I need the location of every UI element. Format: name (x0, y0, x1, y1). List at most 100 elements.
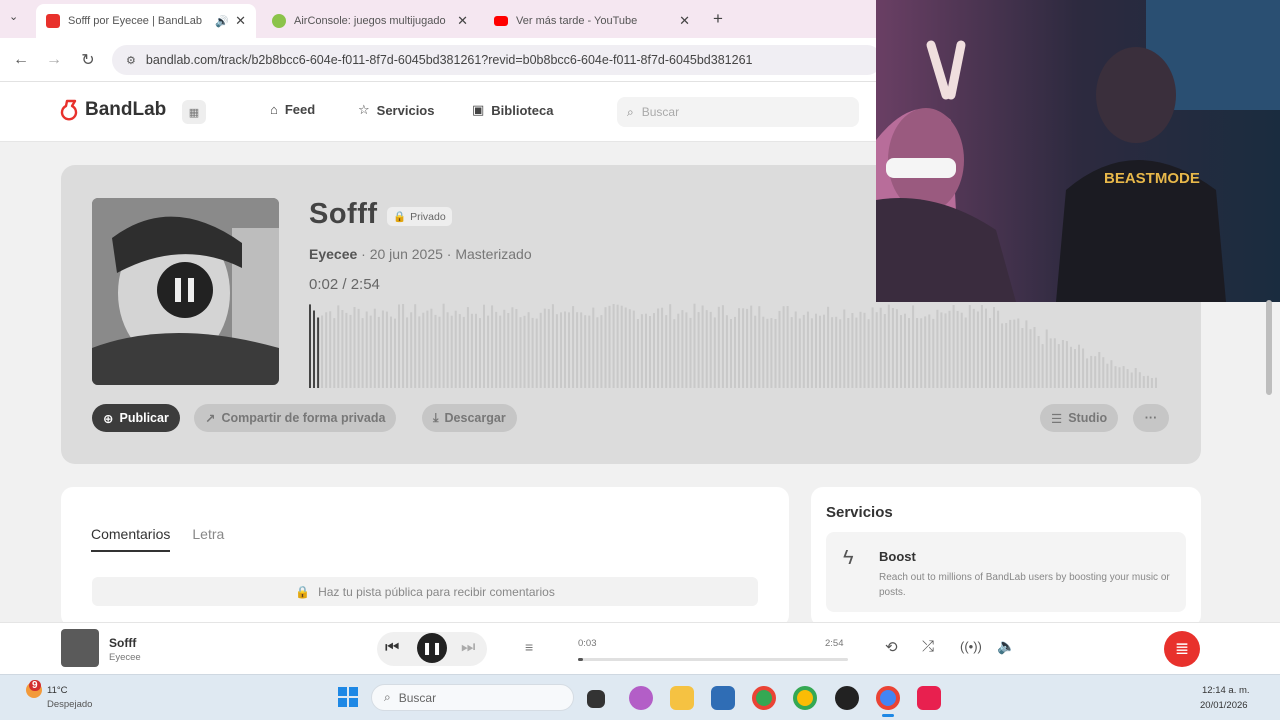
pause-button[interactable]: ❚❚ (417, 633, 447, 663)
publish-button[interactable]: ⊕ Publicar (92, 404, 180, 432)
file-explorer-icon[interactable] (670, 686, 694, 710)
forward-icon[interactable]: → (44, 50, 64, 70)
waveform-bar (1005, 323, 1008, 388)
waveform-bar (535, 318, 538, 388)
share-private-button[interactable]: ↗ Compartir de forma privada (194, 404, 397, 432)
site-search-input[interactable]: ⌕ Buscar (617, 97, 859, 127)
waveform-bar (1102, 357, 1105, 388)
queue-icon[interactable]: ≡ (525, 639, 533, 655)
svg-text:BEASTMODE: BEASTMODE (1104, 170, 1200, 187)
broadcast-icon[interactable]: ((•)) (960, 639, 982, 654)
tab-letra[interactable]: Letra (192, 526, 224, 552)
game-app-icon[interactable] (835, 686, 859, 710)
new-tab-button[interactable]: + (713, 9, 723, 29)
tiktok-icon[interactable] (917, 686, 941, 710)
mini-player-artwork[interactable] (61, 629, 99, 667)
waveform-bar (980, 305, 983, 388)
waveform-bar (636, 319, 639, 388)
waveform-bar (576, 312, 579, 388)
volume-icon[interactable]: 🔈 (997, 637, 1016, 655)
waveform-bar (928, 314, 931, 388)
nav-servicios[interactable]: ☆ Servicios (358, 102, 434, 118)
clock-time[interactable]: 12:14 a. m. (1202, 685, 1250, 696)
back-icon[interactable]: ← (11, 50, 31, 70)
mini-player-artist[interactable]: Eyecee (109, 652, 141, 663)
address-bar[interactable]: ⚙ bandlab.com/track/b2b8bcc6-604e-f011-8… (112, 45, 882, 75)
previous-track-icon[interactable]: ⏮ (385, 639, 399, 657)
tab-youtube[interactable]: Ver más tarde - YouTube ✕ (484, 4, 700, 38)
waveform-bar (924, 316, 927, 388)
task-view-icon[interactable] (587, 690, 605, 708)
seek-bar[interactable] (578, 658, 848, 661)
apps-grid-icon[interactable]: ▦ (182, 100, 206, 124)
windows-start-icon[interactable] (338, 687, 358, 707)
page-scrollbar[interactable] (1266, 300, 1272, 395)
tab-bandlab[interactable]: Sofff por Eyecee | BandLab 🔊 ✕ (36, 4, 256, 38)
artwork-pause-button[interactable] (157, 264, 213, 320)
waveform-bar (560, 312, 562, 388)
waveform-bar (1150, 378, 1153, 388)
waveform-bar (588, 315, 591, 388)
tab-airconsole[interactable]: AirConsole: juegos multijugado ✕ (262, 4, 478, 38)
waveform-bar (604, 307, 607, 388)
chrome-profile-icon[interactable] (793, 686, 817, 710)
download-button[interactable]: ⤓ Descargar (422, 404, 517, 432)
waveform-bar (499, 315, 502, 388)
waveform-bar (1098, 352, 1101, 388)
waveform-bar (770, 318, 773, 388)
waveform-bar (1114, 366, 1117, 388)
waveform-bar (531, 317, 534, 388)
waveform-bar (766, 318, 769, 388)
close-tab-icon[interactable]: ✕ (457, 13, 468, 29)
waveform-bar (1138, 372, 1141, 388)
nav-biblioteca[interactable]: ▣ Biblioteca (472, 102, 553, 118)
tab-list-button[interactable]: ⌄ (9, 10, 18, 23)
waveform-bar (568, 312, 570, 388)
bandlab-logo[interactable]: BandLab (60, 99, 166, 121)
waveform-bar (940, 312, 943, 388)
store-icon[interactable] (711, 686, 735, 710)
video-overlay[interactable]: BEASTMODE (876, 0, 1280, 302)
chrome-active-icon[interactable] (876, 686, 900, 710)
mini-player-title[interactable]: Sofff (109, 636, 136, 650)
waveform-bar (608, 305, 611, 388)
shuffle-icon[interactable]: ⤮ (922, 638, 934, 655)
lightning-icon: ϟ (843, 547, 854, 569)
waveform-bar (487, 315, 490, 388)
waveform-bar (398, 304, 400, 388)
waveform-bar (1118, 367, 1121, 388)
repeat-icon[interactable]: ⟲ (885, 638, 898, 656)
chrome-icon[interactable] (752, 686, 776, 710)
waveform-bar (738, 308, 740, 388)
waveform-bar (750, 305, 753, 388)
waveform-bar (406, 317, 409, 388)
waveform-bar (377, 316, 380, 388)
player-menu-button[interactable]: ≣ (1164, 631, 1200, 667)
logo-text: BandLab (85, 99, 167, 120)
track-meta: Eyecee · 20 jun 2025 · Masterizado (309, 246, 532, 262)
more-options-button[interactable]: ··· (1133, 404, 1169, 432)
waveform-bar (794, 311, 797, 388)
waveform-bar (758, 306, 761, 388)
reload-icon[interactable]: ↻ (78, 50, 98, 70)
taskbar-search-input[interactable]: ⌕ Buscar (371, 684, 574, 711)
artist-link[interactable]: Eyecee (309, 246, 357, 262)
waveform-bar (936, 309, 939, 388)
close-tab-icon[interactable]: ✕ (235, 13, 246, 29)
copilot-icon[interactable] (629, 686, 653, 710)
waveform[interactable] (309, 300, 1169, 388)
tab-comentarios[interactable]: Comentarios (91, 526, 171, 552)
clock-date[interactable]: 20/01/2026 (1200, 700, 1248, 711)
share-icon: ↗ (205, 411, 216, 426)
tab-title: Sofff por Eyecee | BandLab (68, 15, 202, 27)
close-tab-icon[interactable]: ✕ (679, 13, 690, 29)
nav-feed[interactable]: ⌂ Feed (270, 102, 315, 117)
next-track-icon[interactable]: ⏭ (461, 639, 475, 657)
studio-button[interactable]: ☰ Studio (1040, 404, 1119, 432)
waveform-bar (968, 305, 971, 388)
active-app-indicator (882, 714, 894, 717)
waveform-bar (333, 318, 336, 388)
tab-audio-icon[interactable]: 🔊 (215, 15, 229, 28)
site-info-icon[interactable]: ⚙ (126, 54, 136, 67)
waveform-bar (746, 308, 749, 388)
